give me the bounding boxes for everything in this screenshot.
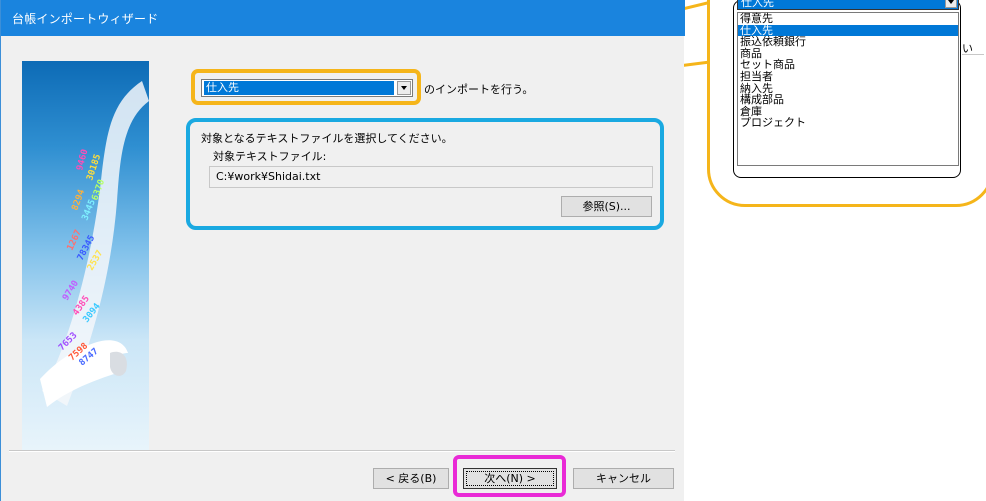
svg-text:9740: 9740: [61, 279, 81, 303]
wizard-side-image: 9460 30185 8294 3445 6370 1267 78345 253…: [22, 61, 149, 450]
ledger-type-options: 得意先 仕入先 振込依頼銀行 商品 セット商品 担当者 納入先 構成部品 倉庫 …: [737, 12, 959, 166]
title-bar: 台帳インポートウィザード: [1, 0, 685, 36]
option-customer[interactable]: 得意先: [738, 13, 958, 25]
dropdown-callout-combo[interactable]: 仕入先: [737, 0, 959, 10]
chevron-down-icon[interactable]: [945, 0, 957, 8]
cancel-button[interactable]: キャンセル: [573, 468, 674, 489]
option-staff[interactable]: 担当者: [738, 71, 958, 83]
partially-hidden-divider: [962, 54, 984, 55]
dropdown-callout-combo-value: 仕入先: [741, 0, 774, 9]
file-selection-highlight: [186, 118, 664, 230]
next-button-highlight: [453, 455, 566, 497]
option-transfer-bank[interactable]: 振込依頼銀行: [738, 36, 958, 48]
window-title: 台帳インポートウィザード: [12, 12, 159, 26]
import-suffix-label: のインポートを行う。: [424, 83, 534, 96]
ledger-type-highlight: [191, 69, 421, 105]
footer-divider: [9, 450, 675, 452]
option-project[interactable]: プロジェクト: [738, 117, 958, 129]
option-component[interactable]: 構成部品: [738, 94, 958, 106]
back-button[interactable]: < 戻る(B): [373, 468, 449, 489]
